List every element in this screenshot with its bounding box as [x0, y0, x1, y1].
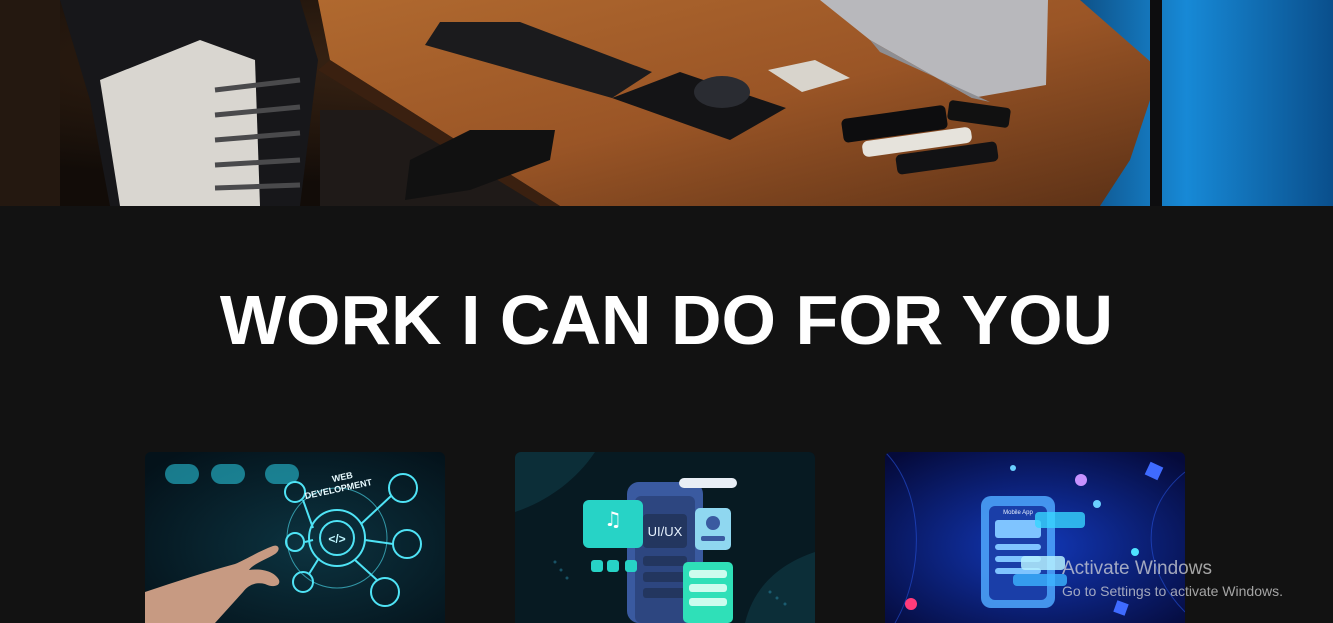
web-development-illustration: </> WEB DEVELOPMENT [145, 452, 445, 623]
service-card-web-development[interactable]: </> WEB DEVELOPMENT [145, 452, 445, 623]
hero-image [0, 0, 1333, 206]
svg-text:♫: ♫ [604, 507, 622, 531]
section-title: WORK I CAN DO FOR YOU [219, 281, 1114, 359]
watermark-subtitle: Go to Settings to activate Windows. [1062, 583, 1283, 599]
mobile-app-label: Mobile App [1003, 510, 1033, 516]
windows-activation-watermark: Activate Windows Go to Settings to activ… [1062, 557, 1283, 601]
service-card-ui-ux[interactable]: UI/UX ♫ [515, 452, 815, 623]
ui-ux-label: UI/UX [648, 524, 683, 539]
ui-ux-design-illustration: UI/UX ♫ [515, 452, 815, 623]
svg-text:</>: </> [328, 532, 345, 546]
watermark-title: Activate Windows [1062, 558, 1212, 579]
